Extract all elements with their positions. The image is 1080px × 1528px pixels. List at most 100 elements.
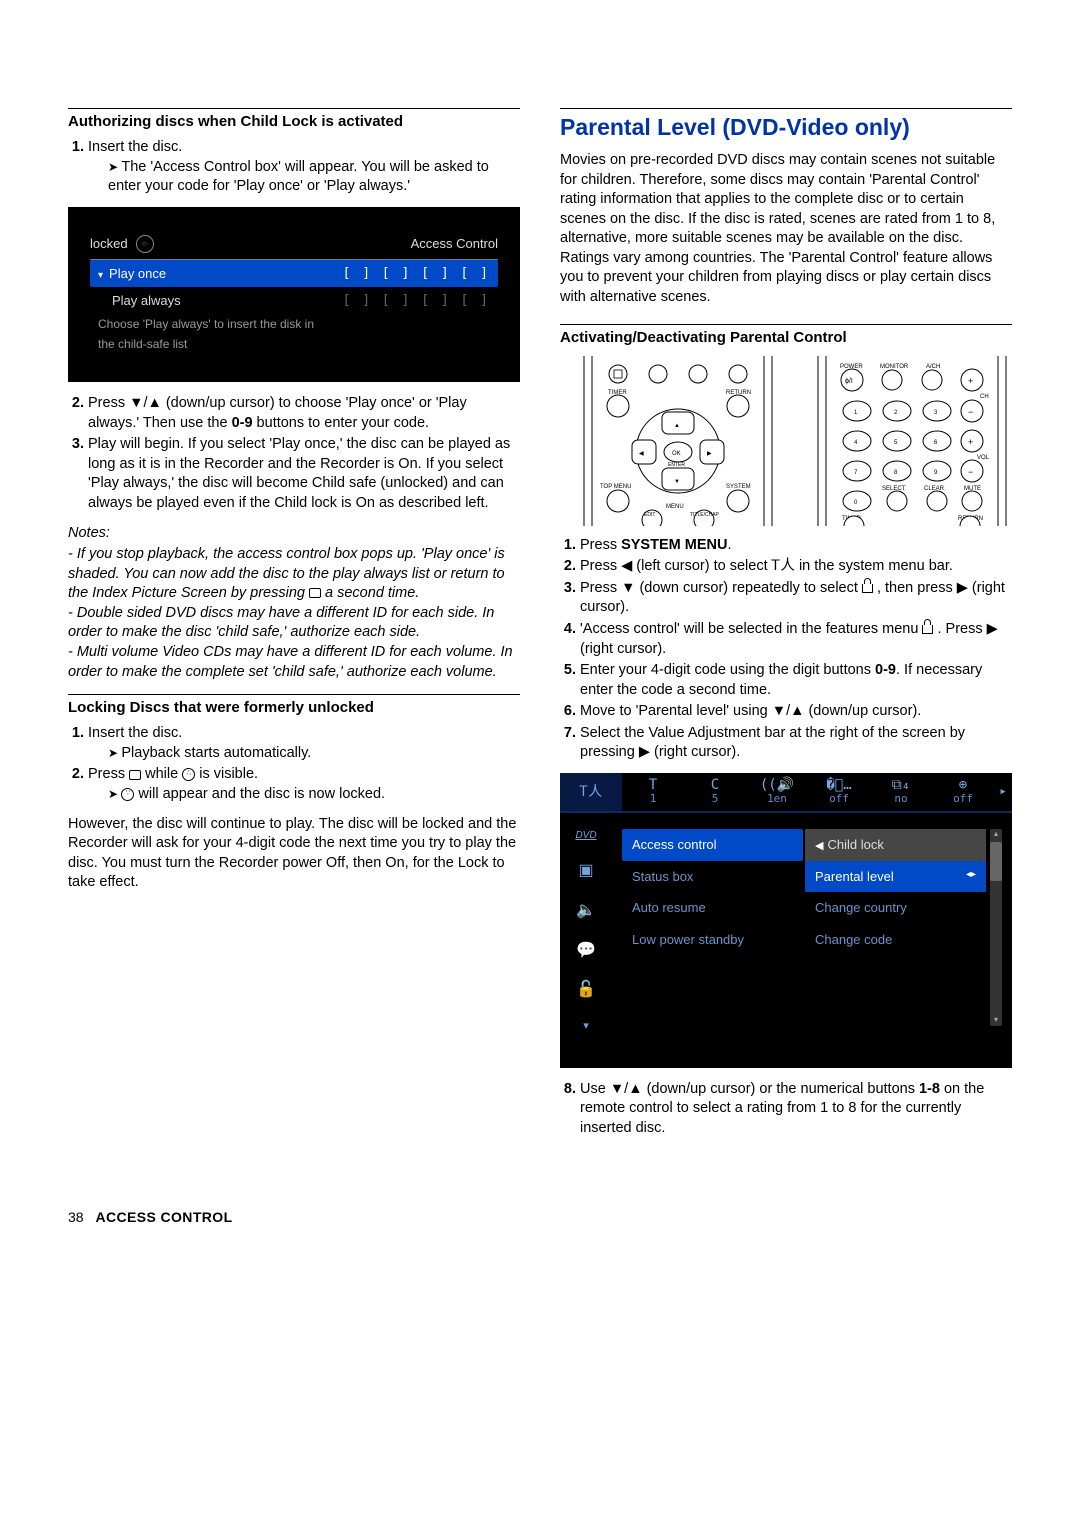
heading-activating: Activating/Deactivating Parental Control: [560, 328, 1012, 348]
note-3: - Multi volume Video CDs may have a diff…: [68, 644, 513, 680]
lock-tail-paragraph: However, the disc will continue to play.…: [68, 815, 520, 893]
page-number: 38: [68, 1208, 84, 1227]
svg-text:ϕ/I: ϕ/I: [845, 378, 853, 385]
ss2-audio-val: 1en: [767, 792, 787, 807]
lock-step-2c: is visible.: [195, 766, 258, 782]
ss2-item-status-box: Status box: [622, 861, 803, 893]
notes-heading: Notes:: [68, 524, 520, 544]
ss1-row-play-once: ▾Play once [ ] [ ] [ ] [ ]: [90, 260, 498, 288]
p2b: in the system menu bar.: [795, 558, 953, 574]
note-2: - Double sided DVD discs may have a diff…: [68, 605, 494, 641]
ss2-tab-audio: ((🔊1en: [746, 773, 808, 813]
ss2-item-change-code: Change code: [805, 924, 986, 956]
ss2-item-change-country: Change country: [805, 892, 986, 924]
ss2-sidebar: DVD ▣ 🔈 💬 🔓 ▾: [560, 813, 612, 1034]
ss1-title: Access Control: [411, 235, 498, 253]
svg-text:ENTER: ENTER: [668, 462, 685, 468]
ss2-tab-t: T1: [622, 773, 684, 813]
svg-text:A/CH: A/CH: [926, 364, 940, 370]
ss2-tab-c: C5: [684, 773, 746, 813]
p3a: Press ▼ (down cursor) repeatedly to sele…: [580, 580, 862, 596]
footer-section: ACCESS CONTROL: [95, 1209, 232, 1225]
step-2-text-c: buttons to enter your code.: [253, 415, 430, 431]
rule: [68, 108, 520, 109]
ss2-tab-sub: �⃞…off: [808, 773, 870, 813]
ss1-row-play-always: Play always [ ] [ ] [ ] [ ]: [90, 287, 498, 315]
ss2-list-right: ◀Child lock Parental level◂▸ Change coun…: [805, 829, 986, 1026]
steps-authorizing: Insert the disc. The 'Access Control box…: [68, 138, 520, 197]
label-system: SYSTEM: [726, 484, 751, 490]
svg-text:−: −: [968, 467, 973, 477]
ss2-sub-val: off: [829, 792, 849, 807]
p1c: .: [727, 537, 731, 553]
ss2-tab-angle: ⧉₄no: [870, 773, 932, 813]
p-step-8: Use ▼/▲ (down/up cursor) or the numerica…: [580, 1080, 1012, 1139]
lock-step-2-result: will appear and the disc is now locked.: [108, 785, 520, 805]
speaker-icon: 🔈: [576, 900, 596, 922]
ss2-zoom-val: off: [953, 792, 973, 807]
heading-locking: Locking Discs that were formerly unlocke…: [68, 698, 520, 718]
p5b: 0-9: [875, 662, 896, 678]
svg-text:▼: ▼: [674, 479, 680, 485]
parental-intro: Movies on pre-recorded DVD discs may con…: [560, 151, 1012, 308]
p-step-7: Select the Value Adjustment bar at the r…: [580, 724, 1012, 763]
ss2-c-val: 5: [712, 792, 719, 807]
ss1-header: locked ○ Access Control: [90, 235, 498, 260]
ss1-hint-line1: Choose 'Play always' to insert the disk …: [90, 315, 498, 335]
svg-text:−: −: [968, 407, 973, 417]
ss2-scroll-thumb: [990, 842, 1002, 881]
p-step-3: Press ▼ (down cursor) repeatedly to sele…: [580, 579, 1012, 618]
step-3: Play will begin. If you select 'Play onc…: [88, 435, 520, 513]
step-1-text: Insert the disc.: [88, 139, 182, 155]
lock-step-2b: while: [141, 766, 182, 782]
rule: [68, 694, 520, 695]
stop-icon: [129, 770, 141, 780]
p-step-1: Press SYSTEM MENU.: [580, 536, 1012, 556]
svg-text:◀: ◀: [639, 451, 644, 457]
ss2-child-lock-label: Child lock: [827, 837, 883, 852]
label-topmenu: TOP MENU: [600, 484, 631, 490]
stop-icon: [309, 588, 321, 598]
lock-step-2: Press while is visible. will appear and …: [88, 765, 520, 804]
step-1-result: The 'Access Control box' will appear. Yo…: [108, 158, 520, 197]
svg-text:VOL: VOL: [977, 455, 990, 461]
screenshot-access-control: locked ○ Access Control ▾Play once [ ] […: [68, 207, 520, 382]
lock-step-1-text: Insert the disc.: [88, 725, 182, 741]
p1b: SYSTEM MENU: [621, 537, 727, 553]
ss2-top-arrow: ▸: [994, 773, 1012, 813]
step-2: Press ▼/▲ (down/up cursor) to choose 'Pl…: [88, 394, 520, 433]
ss2-tab-person: Ꭲ人: [560, 773, 622, 813]
person-icon: Ꭲ人: [772, 558, 795, 574]
remote-cursor-pad: TIMER RETURN OK ENTER ▲▼ ◀▶ TOP MENU SYS…: [578, 356, 778, 526]
p-step-5: Enter your 4-digit code using the digit …: [580, 661, 1012, 700]
lock-step-2a: Press: [88, 766, 129, 782]
remote-number-pad: POWERMONITORA/CH ϕ/I + CH 1 2 3 − 4 5 6 …: [812, 356, 1012, 526]
p4a: 'Access control' will be selected in the…: [580, 621, 922, 637]
ss2-angle-val: no: [894, 792, 907, 807]
lock-icon: 🔓: [576, 979, 596, 1001]
svg-text:▲: ▲: [674, 423, 680, 429]
caret-left-icon: ◀: [815, 840, 827, 852]
lock-step-1: Insert the disc. Playback starts automat…: [88, 724, 520, 763]
lock-step-2d: will appear and the disc is now locked.: [134, 786, 385, 802]
step-1: Insert the disc. The 'Access Control box…: [88, 138, 520, 197]
steps-authorizing-cont: Press ▼/▲ (down/up cursor) to choose 'Pl…: [68, 394, 520, 513]
sidebar-down-icon: ▾: [583, 1019, 589, 1034]
svg-text:CH: CH: [980, 394, 989, 400]
svg-text:MENU: MENU: [666, 504, 684, 510]
rule: [560, 324, 1012, 325]
p5a: Enter your 4-digit code using the digit …: [580, 662, 875, 678]
p-step-2: Press ◀ (left cursor) to select Ꭲ人 in th…: [580, 557, 1012, 577]
locked-icon: [121, 788, 134, 801]
safe-icon: [182, 768, 195, 781]
svg-text:EDIT: EDIT: [644, 512, 655, 518]
ss1-code-dots-1: [ ] [ ] [ ] [ ]: [343, 265, 490, 283]
note-1b: a second time.: [321, 585, 419, 601]
ss1-hint-line2: the child-safe list: [90, 335, 498, 355]
ss2-t-val: 1: [650, 792, 657, 807]
ss2-tab-zoom: ⊕off: [932, 773, 994, 813]
p-step-6: Move to 'Parental level' using ▼/▲ (down…: [580, 702, 1012, 722]
ss1-play-once-label: Play once: [109, 266, 166, 281]
p1a: Press: [580, 537, 621, 553]
p2a: Press ◀ (left cursor) to select: [580, 558, 772, 574]
